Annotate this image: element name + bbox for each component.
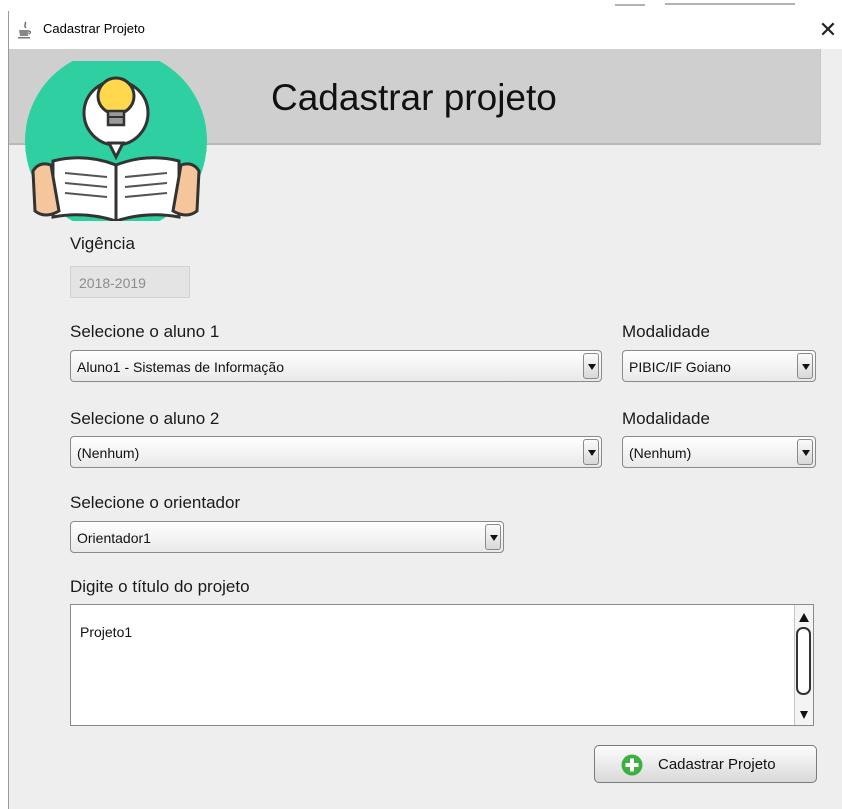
close-icon[interactable]: ✕: [813, 11, 842, 49]
aluno2-label: Selecione o aluno 2: [70, 409, 220, 428]
header-divider: [820, 49, 821, 145]
scroll-down-icon[interactable]: [800, 711, 808, 719]
page-title: Cadastrar projeto: [271, 77, 557, 118]
chevron-down-icon[interactable]: [485, 524, 501, 550]
modalidade2-selected-value: (Nenhum): [629, 445, 692, 461]
plus-circle-icon: [621, 754, 643, 776]
cadastrar-projeto-label: Cadastrar Projeto: [658, 756, 776, 773]
lightbulb-book-icon: [25, 61, 207, 221]
modalidade1-label: Modalidade: [622, 322, 710, 341]
titulo-textarea[interactable]: Projeto1: [70, 604, 814, 726]
modalidade2-select[interactable]: (Nenhum): [622, 436, 816, 468]
vigencia-label: Vigência: [70, 234, 135, 253]
background-window-fragment: [615, 3, 795, 6]
aluno2-selected-value: (Nenhum): [77, 445, 140, 461]
titulo-text: Projeto1: [80, 624, 133, 640]
aluno2-select[interactable]: (Nenhum): [70, 436, 602, 468]
cadastrar-projeto-button[interactable]: Cadastrar Projeto: [594, 745, 817, 783]
scrollbar-thumb[interactable]: [796, 627, 811, 695]
modalidade1-select[interactable]: PIBIC/IF Goiano: [622, 350, 816, 382]
scroll-up-icon[interactable]: [799, 613, 809, 622]
title-bar: Cadastrar Projeto ✕: [9, 11, 842, 49]
vigencia-field: 2018-2019: [70, 266, 190, 298]
aluno1-select[interactable]: Aluno1 - Sistemas de Informação: [70, 350, 602, 382]
chevron-down-icon[interactable]: [583, 353, 599, 379]
titulo-label: Digite o título do projeto: [70, 577, 250, 596]
chevron-down-icon[interactable]: [797, 353, 813, 379]
orientador-selected-value: Orientador1: [77, 530, 151, 546]
window-title: Cadastrar Projeto: [43, 21, 145, 36]
orientador-select[interactable]: Orientador1: [70, 521, 504, 553]
chevron-down-icon[interactable]: [583, 439, 599, 465]
aluno1-label: Selecione o aluno 1: [70, 322, 220, 341]
dialog-window: Cadastrar Projeto ✕ Cadastrar projeto Vi…: [8, 11, 842, 809]
chevron-down-icon[interactable]: [797, 439, 813, 465]
java-cup-icon: [18, 21, 32, 39]
modalidade1-selected-value: PIBIC/IF Goiano: [629, 359, 731, 375]
vertical-scrollbar[interactable]: [794, 605, 813, 725]
modalidade2-label: Modalidade: [622, 409, 710, 428]
orientador-label: Selecione o orientador: [70, 493, 241, 512]
aluno1-selected-value: Aluno1 - Sistemas de Informação: [77, 359, 284, 375]
